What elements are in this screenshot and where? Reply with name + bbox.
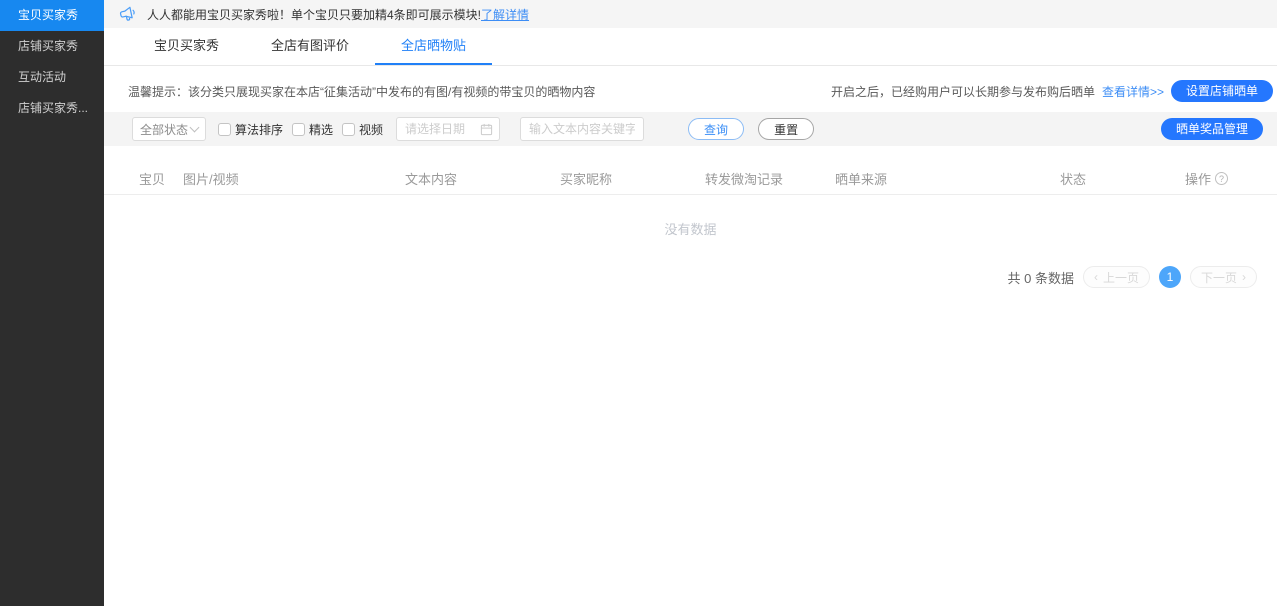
shop-show-hint-text: 开启之后，已经购用户可以长期参与发布购后晒单	[831, 83, 1095, 100]
tab-bar: 宝贝买家秀 全店有图评价 全店晒物贴	[104, 28, 1277, 66]
sidebar-item-label: 宝贝买家秀	[18, 8, 78, 22]
status-select[interactable]: 全部状态	[132, 117, 206, 141]
column-header-actions: 操作 ?	[1185, 169, 1253, 188]
announcement-banner: 人人都能用宝贝买家秀啦！单个宝贝只要加精4条即可展示模块!了解详情	[104, 0, 1277, 28]
column-header-buyer-nickname: 买家昵称	[560, 169, 705, 188]
sidebar-item-product-buyer-show[interactable]: 宝贝买家秀	[0, 0, 104, 31]
filter-bar: 全部状态 算法排序 精选 视频	[104, 112, 1277, 146]
tab-label: 宝贝买家秀	[154, 38, 219, 53]
column-header-weitao-repost: 转发微淘记录	[705, 169, 835, 188]
date-input-wrap	[383, 117, 500, 141]
column-header-image-video: 图片/视频	[183, 169, 405, 188]
table-header: 宝贝 图片/视频 文本内容 买家昵称 转发微淘记录 晒单来源 状态 操作 ?	[104, 162, 1277, 195]
sidebar-item-shop-buyer-show[interactable]: 店铺买家秀	[0, 31, 104, 62]
tip-right-group: 开启之后，已经购用户可以长期参与发布购后晒单 查看详情>> 设置店铺晒单	[831, 80, 1273, 102]
keyword-input[interactable]	[520, 117, 644, 141]
column-header-text-content: 文本内容	[405, 169, 560, 188]
column-header-product: 宝贝	[139, 169, 183, 188]
sidebar-item-interactive-activity[interactable]: 互动活动	[0, 62, 104, 93]
view-details-link[interactable]: 查看详情>>	[1102, 83, 1164, 100]
next-page-label: 下一页	[1201, 269, 1237, 286]
column-header-show-source: 晒单来源	[835, 169, 1060, 188]
query-button[interactable]: 查询	[688, 118, 744, 140]
tab-product-buyer-show[interactable]: 宝贝买家秀	[128, 28, 245, 65]
help-icon[interactable]: ?	[1215, 172, 1228, 185]
algorithm-sort-checkbox[interactable]: 算法排序	[218, 121, 283, 138]
reset-button[interactable]: 重置	[758, 118, 814, 140]
current-page-button[interactable]: 1	[1159, 266, 1181, 288]
tip-row: 温馨提示：该分类只展现买家在本店“征集活动”中发布的有图/有视频的带宝贝的晒物内…	[104, 66, 1277, 112]
tab-shop-show-posts[interactable]: 全店晒物贴	[375, 28, 492, 65]
column-header-actions-label: 操作	[1185, 169, 1211, 188]
pagination-total: 共 0 条数据	[1008, 268, 1074, 287]
featured-checkbox[interactable]: 精选	[292, 121, 333, 138]
empty-state-text: 没有数据	[104, 195, 1277, 266]
announcement-text: 人人都能用宝贝买家秀啦！单个宝贝只要加精4条即可展示模块!	[147, 6, 481, 23]
status-select-value: 全部状态	[140, 121, 188, 138]
sidebar: 宝贝买家秀 店铺买家秀 互动活动 店铺买家秀...	[0, 0, 104, 606]
main-content: 人人都能用宝贝买家秀啦！单个宝贝只要加精4条即可展示模块!了解详情 宝贝买家秀 …	[104, 0, 1277, 606]
video-checkbox[interactable]: 视频	[342, 121, 383, 138]
tip-text: 温馨提示：该分类只展现买家在本店“征集活动”中发布的有图/有视频的带宝贝的晒物内…	[128, 83, 831, 100]
prev-page-button[interactable]: ‹ 上一页	[1083, 266, 1150, 288]
next-page-button[interactable]: 下一页 ›	[1190, 266, 1257, 288]
checkbox-icon	[292, 123, 305, 136]
chevron-right-icon: ›	[1242, 270, 1246, 284]
chevron-down-icon	[190, 122, 200, 132]
checkbox-label: 精选	[309, 121, 333, 138]
prev-page-label: 上一页	[1103, 269, 1139, 286]
megaphone-icon	[118, 5, 138, 23]
sidebar-item-label: 互动活动	[18, 70, 66, 84]
checkbox-label: 算法排序	[235, 121, 283, 138]
checkbox-label: 视频	[359, 121, 383, 138]
sidebar-item-label: 店铺买家秀...	[18, 101, 88, 115]
tab-label: 全店有图评价	[271, 38, 349, 53]
sidebar-item-shop-buyer-show-more[interactable]: 店铺买家秀...	[0, 93, 104, 124]
chevron-left-icon: ‹	[1094, 270, 1098, 284]
column-header-status: 状态	[1060, 169, 1185, 188]
learn-more-link[interactable]: 了解详情	[481, 6, 529, 23]
checkbox-icon	[342, 123, 355, 136]
pagination: 共 0 条数据 ‹ 上一页 1 下一页 ›	[104, 266, 1277, 288]
app-window: 宝贝买家秀 店铺买家秀 互动活动 店铺买家秀... 人人都能用宝贝买家	[0, 0, 1277, 606]
prize-management-button[interactable]: 晒单奖品管理	[1161, 118, 1263, 140]
sidebar-item-label: 店铺买家秀	[18, 39, 78, 53]
tab-label: 全店晒物贴	[401, 38, 466, 53]
tab-shop-image-reviews[interactable]: 全店有图评价	[245, 28, 375, 65]
date-picker-input[interactable]	[396, 117, 500, 141]
setup-shop-show-button[interactable]: 设置店铺晒单	[1171, 80, 1273, 102]
checkbox-icon	[218, 123, 231, 136]
